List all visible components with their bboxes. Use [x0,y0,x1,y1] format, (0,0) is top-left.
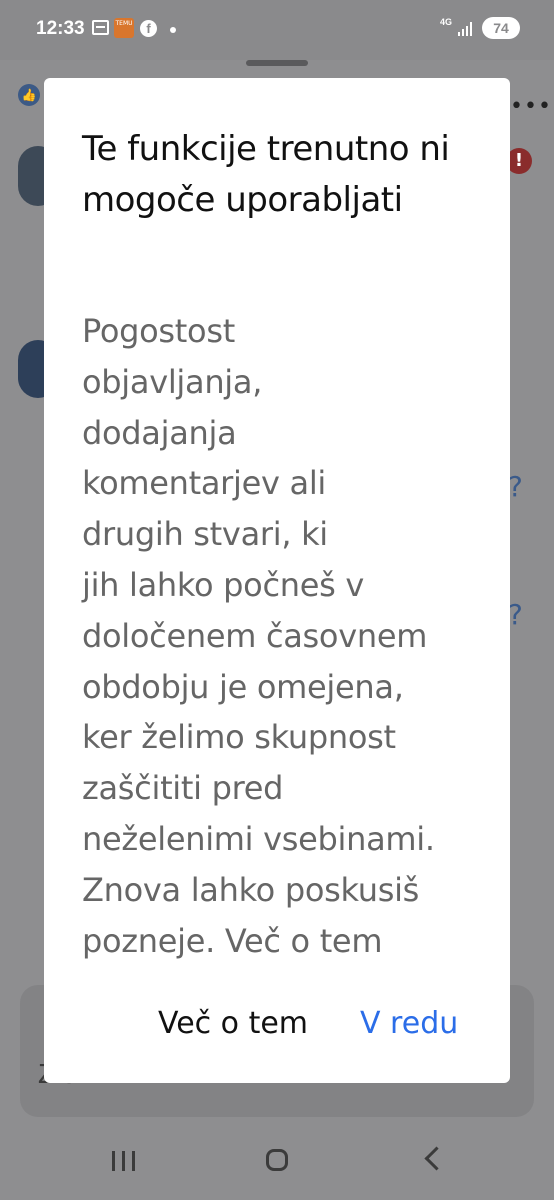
like-icon: 👍 [18,84,40,106]
dialog-title: Te funkcije trenutno ni mogoče uporablja… [82,129,450,220]
status-time: 12:33 [36,18,85,39]
more-options-icon: ••• [510,94,552,119]
status-bar: 12:33 TEMU f 4G 74 [0,0,554,60]
recent-apps-icon[interactable] [112,1151,136,1171]
battery-icon: 74 [482,17,520,39]
facebook-icon: f [140,20,157,37]
dialog-body: Pogostost objavljanja, dodajanja komenta… [82,312,435,960]
calendar-icon [92,20,109,35]
background-fragment: ? [508,470,523,503]
signal-icon [458,22,474,36]
restriction-dialog: Te funkcije trenutno ni mogoče uporablja… [44,78,510,1083]
temu-app-icon: TEMU [114,18,134,38]
network-type: 4G [440,17,453,27]
notification-dot-icon [170,27,176,33]
home-icon[interactable] [266,1149,288,1171]
ok-button[interactable]: V redu [360,1006,458,1041]
learn-more-button[interactable]: Več o tem [158,1006,308,1041]
background-fragment: ? [508,598,523,631]
sheet-handle [246,60,308,66]
